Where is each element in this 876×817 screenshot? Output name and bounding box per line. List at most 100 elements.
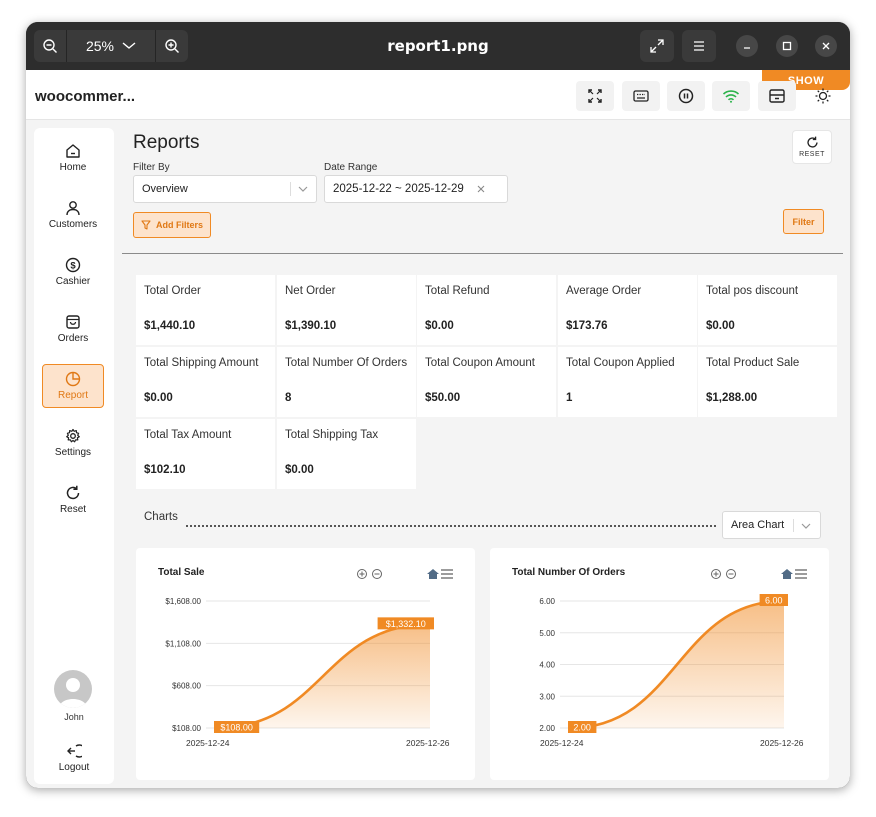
sidebar-item-label: Orders bbox=[57, 333, 89, 344]
stat-label: Average Order bbox=[566, 285, 642, 297]
y-tick-label: $108.00 bbox=[172, 724, 201, 733]
add-filters-button[interactable]: Add Filters bbox=[133, 212, 211, 238]
sidebar-item-reset[interactable]: Reset bbox=[42, 478, 104, 522]
stat-value: $0.00 bbox=[144, 392, 173, 404]
maximize-button[interactable] bbox=[776, 35, 798, 57]
sidebar-item-label: Home bbox=[59, 162, 87, 173]
user-avatar-icon bbox=[59, 678, 87, 708]
stat-value: $1,440.10 bbox=[144, 320, 196, 332]
filter-label: Filter bbox=[792, 216, 815, 227]
hamburger-icon bbox=[694, 41, 704, 51]
sidebar-item-settings[interactable]: Settings bbox=[42, 421, 104, 465]
home-icon[interactable] bbox=[427, 569, 439, 579]
sidebar-item-label: Reset bbox=[59, 504, 87, 515]
zoom-out-icon[interactable] bbox=[372, 569, 382, 579]
stat-value: 1 bbox=[566, 392, 573, 404]
zoom-in-icon[interactable] bbox=[357, 569, 367, 579]
minimize-icon bbox=[744, 47, 750, 49]
app-screenshot: woocommer... SHOW Home Customers $ Cashi… bbox=[26, 70, 850, 788]
y-tick-label: 4.00 bbox=[539, 661, 555, 670]
stat-label: Net Order bbox=[285, 285, 336, 297]
filter-button[interactable]: Filter bbox=[783, 209, 824, 234]
clear-icon[interactable] bbox=[477, 185, 485, 193]
stat-card: Total Shipping Amount $0.00 bbox=[136, 347, 275, 417]
pie-chart-icon bbox=[65, 371, 81, 387]
stat-value: $0.00 bbox=[285, 464, 314, 476]
sidebar-item-label: Settings bbox=[54, 447, 92, 458]
avatar[interactable] bbox=[54, 670, 92, 708]
date-range-picker[interactable]: 2025-12-22 ~ 2025-12-29 bbox=[324, 175, 508, 203]
chevron-down-icon bbox=[298, 186, 308, 192]
date-range-value: 2025-12-22 ~ 2025-12-29 bbox=[333, 183, 464, 195]
expand-icon bbox=[650, 39, 664, 53]
close-icon bbox=[822, 42, 830, 50]
y-tick-label: $1,608.00 bbox=[165, 597, 201, 606]
menu-button[interactable] bbox=[682, 30, 716, 62]
theme-toggle[interactable] bbox=[804, 81, 842, 111]
stat-card: Average Order $173.76 bbox=[558, 275, 697, 345]
y-tick-label: 2.00 bbox=[539, 724, 555, 733]
stat-value: $0.00 bbox=[706, 320, 735, 332]
sidebar-item-orders[interactable]: Orders bbox=[42, 307, 104, 351]
stat-value: $102.10 bbox=[144, 464, 186, 476]
reset-label: RESET bbox=[799, 151, 825, 158]
y-tick-label: $1,108.00 bbox=[165, 639, 201, 648]
stat-value: $173.76 bbox=[566, 320, 608, 332]
sidebar-item-home[interactable]: Home bbox=[42, 136, 104, 180]
menu-icon[interactable] bbox=[795, 569, 807, 579]
section-divider bbox=[122, 253, 843, 254]
sidebar: Home Customers $ Cashier Orders Report S… bbox=[34, 128, 114, 784]
fullscreen-toggle[interactable] bbox=[576, 81, 614, 111]
logout-icon bbox=[67, 744, 82, 758]
stat-label: Total Shipping Tax bbox=[285, 429, 379, 441]
stat-label: Total Order bbox=[144, 285, 201, 297]
stat-value: $0.00 bbox=[425, 320, 454, 332]
wifi-status[interactable] bbox=[712, 81, 750, 111]
chart-type-select[interactable]: Area Chart bbox=[722, 511, 821, 539]
menu-icon[interactable] bbox=[441, 569, 453, 579]
data-label: 6.00 bbox=[765, 596, 783, 606]
stat-label: Total Number Of Orders bbox=[285, 357, 408, 369]
sidebar-item-cashier[interactable]: $ Cashier bbox=[42, 250, 104, 294]
logout-button[interactable]: Logout bbox=[43, 736, 105, 780]
minimize-button[interactable] bbox=[736, 35, 758, 57]
add-filters-label: Add Filters bbox=[155, 220, 203, 230]
zoom-out-icon[interactable] bbox=[726, 569, 736, 579]
zoom-in-icon[interactable] bbox=[711, 569, 721, 579]
y-tick-label: 6.00 bbox=[539, 597, 555, 606]
image-viewer-window: 25% report1.png woocommer... SHOW Home C… bbox=[26, 22, 850, 788]
refresh-icon bbox=[66, 485, 80, 500]
filter-by-value: Overview bbox=[142, 183, 188, 195]
chart-type-value: Area Chart bbox=[731, 519, 785, 531]
sidebar-item-customers[interactable]: Customers bbox=[42, 193, 104, 237]
stat-value: 8 bbox=[285, 392, 292, 404]
chart-card-total-sale: Total Sale $1,608.00 $1,108.00 $608.00 $108… bbox=[136, 548, 475, 780]
x-tick-label: 2025-12-26 bbox=[760, 738, 804, 748]
stat-card: Total Tax Amount $102.10 bbox=[136, 419, 275, 489]
stat-label: Total pos discount bbox=[706, 285, 799, 297]
sidebar-item-report[interactable]: Report bbox=[42, 364, 104, 408]
title-bar: 25% report1.png bbox=[26, 22, 850, 70]
logout-label: Logout bbox=[58, 762, 90, 773]
gear-icon bbox=[66, 428, 80, 443]
total-sale-chart: $1,608.00 $1,108.00 $608.00 $108.00 $108.00 $… bbox=[165, 569, 453, 748]
stat-card: Total Product Sale $1,288.00 bbox=[698, 347, 837, 417]
total-orders-chart: 6.00 5.00 4.00 3.00 2.00 2.00 6.00 2025-12-24 20… bbox=[539, 569, 807, 748]
date-range-label: Date Range bbox=[324, 162, 378, 173]
sidebar-item-label: Report bbox=[57, 390, 88, 401]
filter-icon bbox=[141, 220, 151, 230]
drawer-button[interactable] bbox=[758, 81, 796, 111]
keyboard-button[interactable] bbox=[622, 81, 660, 111]
keyboard-icon bbox=[633, 90, 649, 102]
stat-label: Total Tax Amount bbox=[144, 429, 232, 441]
pause-button[interactable] bbox=[667, 81, 705, 111]
y-tick-label: 5.00 bbox=[539, 629, 555, 638]
person-icon bbox=[66, 201, 80, 216]
reset-button[interactable]: RESET bbox=[792, 130, 832, 164]
fullscreen-button[interactable] bbox=[640, 30, 674, 62]
bag-icon bbox=[66, 315, 80, 329]
refresh-icon bbox=[806, 136, 818, 148]
close-button[interactable] bbox=[815, 35, 837, 57]
home-icon[interactable] bbox=[781, 569, 793, 579]
filter-by-select[interactable]: Overview bbox=[133, 175, 317, 203]
